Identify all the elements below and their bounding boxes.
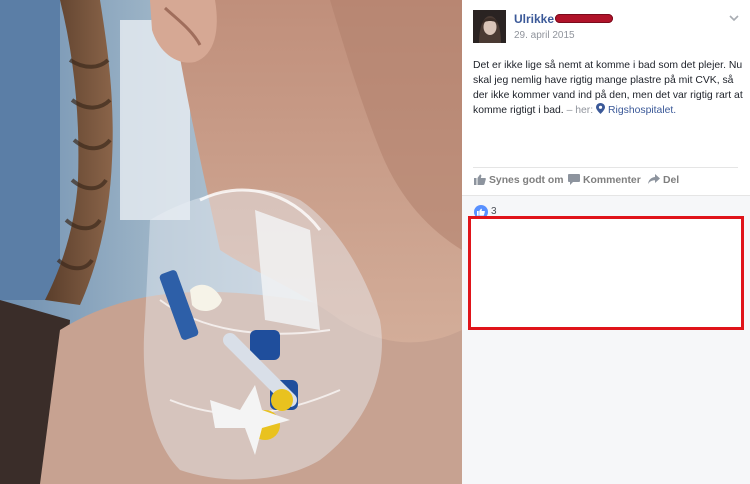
thumbs-up-icon: [474, 174, 486, 185]
author-name-text[interactable]: Ulrikke: [514, 12, 554, 26]
post-header: Ulrikke 29. april 2015: [473, 10, 743, 46]
divider: [473, 167, 738, 168]
location-link[interactable]: Rigshospitalet.: [596, 103, 676, 116]
share-label[interactable]: Del: [663, 175, 679, 186]
redaction-mark: [555, 14, 614, 23]
post-date[interactable]: 29. april 2015: [514, 30, 575, 41]
avatar-image: [473, 10, 506, 43]
photo-illustration: [0, 0, 462, 484]
location-name[interactable]: Rigshospitalet.: [608, 105, 676, 116]
author-name[interactable]: Ulrikke: [514, 12, 614, 26]
location-pin-icon: [596, 103, 606, 114]
comment-label[interactable]: Kommenter: [583, 175, 641, 186]
chevron-down-icon[interactable]: [727, 11, 741, 23]
location-prefix: – her:: [566, 105, 594, 116]
comment-button[interactable]: Kommenter: [568, 174, 641, 186]
like-button[interactable]: Synes godt om: [474, 174, 563, 186]
post-text: Det er ikke lige så nemt at komme i bad …: [473, 58, 745, 118]
share-button[interactable]: Del: [648, 174, 679, 186]
post-photo[interactable]: [0, 0, 462, 484]
share-icon: [648, 174, 660, 184]
avatar[interactable]: [473, 10, 506, 43]
comment-icon: [568, 174, 580, 185]
reaction-summary[interactable]: 3: [474, 203, 497, 219]
like-label[interactable]: Synes godt om: [489, 175, 563, 186]
highlight-box: [468, 216, 744, 330]
